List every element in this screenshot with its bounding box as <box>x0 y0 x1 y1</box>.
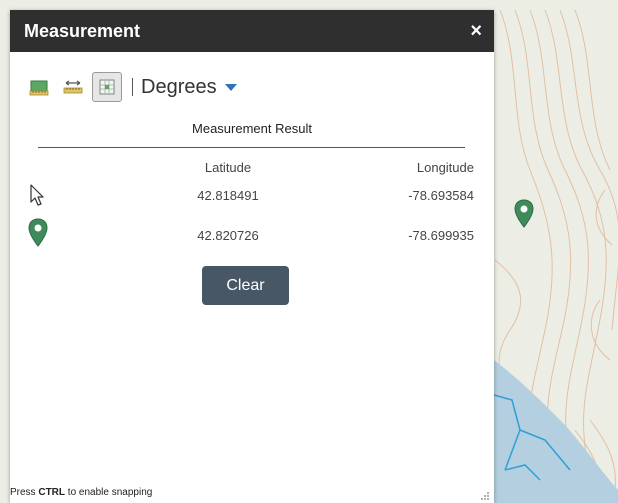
toolbar-separator <box>132 78 133 96</box>
row-2-latitude: 42.820726 <box>197 228 259 243</box>
unit-select-value: Degrees <box>141 75 217 98</box>
resize-grip-icon[interactable] <box>480 491 490 501</box>
snapping-hint-key: CTRL <box>38 487 66 498</box>
area-tool-icon <box>29 80 49 96</box>
panel-title: Measurement <box>24 20 141 41</box>
close-button[interactable]: × <box>470 21 482 41</box>
cursor-icon <box>30 184 44 206</box>
distance-tool-icon <box>63 80 83 94</box>
snapping-hint: Press CTRL to enable snapping <box>0 487 152 498</box>
map-pin-icon <box>28 218 48 247</box>
caret-down-icon <box>224 83 237 91</box>
location-tool-icon <box>99 79 115 95</box>
area-tool-button[interactable] <box>24 72 54 102</box>
unit-select[interactable]: Degrees <box>141 76 237 99</box>
longitude-header: Longitude <box>416 160 474 175</box>
result-title: Measurement Result <box>192 121 312 136</box>
map-pin-icon[interactable] <box>514 199 534 229</box>
location-tool-button[interactable] <box>92 72 122 102</box>
result-divider <box>38 147 465 148</box>
measurement-panel: Measurement × Degrees Measurement Result… <box>10 10 494 503</box>
row-2-longitude: -78.699935 <box>408 228 474 243</box>
row-1-longitude: -78.693584 <box>408 188 474 203</box>
measurement-toolbar: Degrees <box>24 70 237 104</box>
snapping-hint-prefix: Press <box>10 487 39 498</box>
distance-tool-button[interactable] <box>58 72 88 102</box>
row-1-latitude: 42.818491 <box>197 188 259 203</box>
panel-header: Measurement × <box>10 10 494 52</box>
snapping-hint-suffix: to enable snapping <box>65 487 153 498</box>
latitude-header: Latitude <box>204 160 252 175</box>
clear-button[interactable]: Clear <box>202 266 289 305</box>
